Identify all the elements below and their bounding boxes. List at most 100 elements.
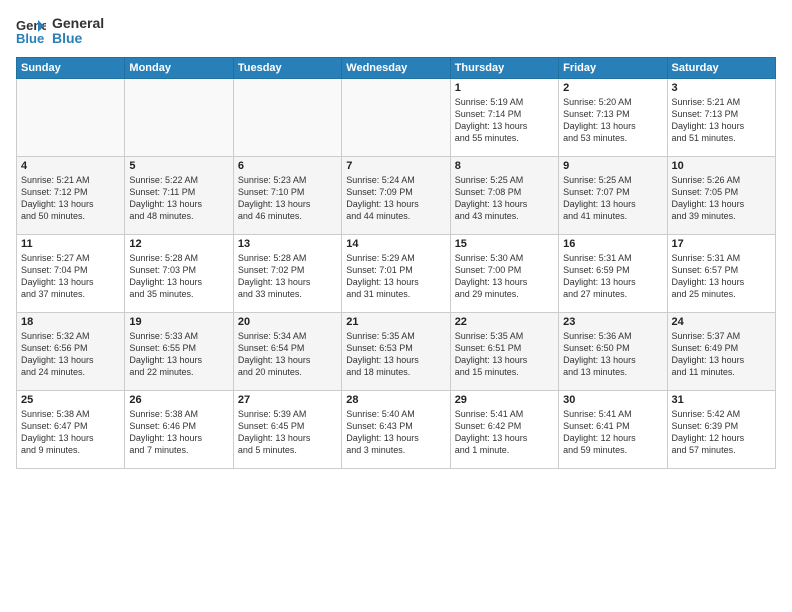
logo: General Blue General Blue: [16, 16, 104, 47]
calendar-cell: [17, 78, 125, 156]
day-number: 2: [563, 82, 662, 94]
calendar-cell: 29 Sunrise: 5:41 AMSunset: 6:42 PMDayligh…: [450, 390, 558, 468]
calendar-cell: 22Sunrise: 5:35 AMSunset: 6:51 PMDayligh…: [450, 312, 558, 390]
day-number: 12: [129, 238, 228, 250]
day-number: 14: [346, 238, 445, 250]
calendar-cell: 3 Sunrise: 5:21 AMSunset: 7:13 PMDaylight…: [667, 78, 775, 156]
calendar-cell: 21 Sunrise: 5:35 AMSunset: 6:53 PMDayligh…: [342, 312, 450, 390]
day-info: Sunrise: 5:41 AMSunset: 6:42 PMDaylight:…: [455, 408, 554, 457]
day-info: Sunrise: 5:31 AMSunset: 6:59 PMDaylight:…: [563, 252, 662, 301]
day-number: 21: [346, 316, 445, 328]
day-number: 11: [21, 238, 120, 250]
day-number: 28: [346, 394, 445, 406]
day-number: 29: [455, 394, 554, 406]
day-info: Sunrise: 5:21 AMSunset: 7:13 PMDaylight:…: [672, 96, 771, 145]
day-number: 24: [672, 316, 771, 328]
calendar-week-row: 25Sunrise: 5:38 AMSunset: 6:47 PMDayligh…: [17, 390, 776, 468]
day-info: Sunrise: 5:30 AMSunset: 7:00 PMDaylight:…: [455, 252, 554, 301]
calendar-week-row: 4Sunrise: 5:21 AMSunset: 7:12 PMDaylight…: [17, 156, 776, 234]
header-day-saturday: Saturday: [667, 57, 775, 78]
calendar-week-row: 1 Sunrise: 5:19 AMSunset: 7:14 PMDaylight…: [17, 78, 776, 156]
calendar-week-row: 18 Sunrise: 5:32 AMSunset: 6:56 PMDayligh…: [17, 312, 776, 390]
calendar-cell: 10Sunrise: 5:26 AMSunset: 7:05 PMDayligh…: [667, 156, 775, 234]
calendar-cell: 2 Sunrise: 5:20 AMSunset: 7:13 PMDaylight…: [559, 78, 667, 156]
day-number: 20: [238, 316, 337, 328]
calendar-cell: [233, 78, 341, 156]
calendar-cell: 31 Sunrise: 5:42 AMSunset: 6:39 PMDayligh…: [667, 390, 775, 468]
day-number: 26: [129, 394, 228, 406]
calendar-cell: 11Sunrise: 5:27 AMSunset: 7:04 PMDayligh…: [17, 234, 125, 312]
calendar-cell: 5Sunrise: 5:22 AMSunset: 7:11 PMDaylight…: [125, 156, 233, 234]
day-info: Sunrise: 5:36 AMSunset: 6:50 PMDaylight:…: [563, 330, 662, 379]
day-info: Sunrise: 5:23 AMSunset: 7:10 PMDaylight:…: [238, 174, 337, 223]
calendar-cell: 20 Sunrise: 5:34 AMSunset: 6:54 PMDayligh…: [233, 312, 341, 390]
calendar-cell: [342, 78, 450, 156]
calendar-table: SundayMondayTuesdayWednesdayThursdayFrid…: [16, 57, 776, 469]
calendar-cell: 15 Sunrise: 5:30 AMSunset: 7:00 PMDayligh…: [450, 234, 558, 312]
day-number: 7: [346, 160, 445, 172]
day-info: Sunrise: 5:25 AMSunset: 7:07 PMDaylight:…: [563, 174, 662, 223]
day-number: 9: [563, 160, 662, 172]
calendar-cell: 24 Sunrise: 5:37 AMSunset: 6:49 PMDayligh…: [667, 312, 775, 390]
day-info: Sunrise: 5:35 AMSunset: 6:51 PMDaylight:…: [455, 330, 554, 379]
calendar-cell: 12Sunrise: 5:28 AMSunset: 7:03 PMDayligh…: [125, 234, 233, 312]
calendar-week-row: 11Sunrise: 5:27 AMSunset: 7:04 PMDayligh…: [17, 234, 776, 312]
logo-general: General: [52, 16, 104, 31]
calendar-cell: 13Sunrise: 5:28 AMSunset: 7:02 PMDayligh…: [233, 234, 341, 312]
calendar-cell: 18 Sunrise: 5:32 AMSunset: 6:56 PMDayligh…: [17, 312, 125, 390]
header: General Blue General Blue: [16, 16, 776, 47]
day-info: Sunrise: 5:31 AMSunset: 6:57 PMDaylight:…: [672, 252, 771, 301]
day-number: 31: [672, 394, 771, 406]
day-number: 27: [238, 394, 337, 406]
calendar-cell: 4Sunrise: 5:21 AMSunset: 7:12 PMDaylight…: [17, 156, 125, 234]
day-number: 30: [563, 394, 662, 406]
day-info: Sunrise: 5:35 AMSunset: 6:53 PMDaylight:…: [346, 330, 445, 379]
day-info: Sunrise: 5:39 AMSunset: 6:45 PMDaylight:…: [238, 408, 337, 457]
calendar-cell: 28 Sunrise: 5:40 AMSunset: 6:43 PMDayligh…: [342, 390, 450, 468]
calendar-page: General Blue General Blue SundayMondayTu…: [0, 0, 792, 612]
day-info: Sunrise: 5:29 AMSunset: 7:01 PMDaylight:…: [346, 252, 445, 301]
day-info: Sunrise: 5:25 AMSunset: 7:08 PMDaylight:…: [455, 174, 554, 223]
calendar-cell: 7Sunrise: 5:24 AMSunset: 7:09 PMDaylight…: [342, 156, 450, 234]
header-day-wednesday: Wednesday: [342, 57, 450, 78]
day-info: Sunrise: 5:32 AMSunset: 6:56 PMDaylight:…: [21, 330, 120, 379]
calendar-cell: 14 Sunrise: 5:29 AMSunset: 7:01 PMDayligh…: [342, 234, 450, 312]
calendar-cell: 6 Sunrise: 5:23 AMSunset: 7:10 PMDaylight…: [233, 156, 341, 234]
day-info: Sunrise: 5:28 AMSunset: 7:02 PMDaylight:…: [238, 252, 337, 301]
calendar-body: 1 Sunrise: 5:19 AMSunset: 7:14 PMDaylight…: [17, 78, 776, 468]
day-number: 10: [672, 160, 771, 172]
day-number: 16: [563, 238, 662, 250]
calendar-cell: 30 Sunrise: 5:41 AMSunset: 6:41 PMDayligh…: [559, 390, 667, 468]
day-info: Sunrise: 5:20 AMSunset: 7:13 PMDaylight:…: [563, 96, 662, 145]
day-info: Sunrise: 5:40 AMSunset: 6:43 PMDaylight:…: [346, 408, 445, 457]
day-info: Sunrise: 5:34 AMSunset: 6:54 PMDaylight:…: [238, 330, 337, 379]
svg-text:Blue: Blue: [16, 31, 44, 46]
day-info: Sunrise: 5:42 AMSunset: 6:39 PMDaylight:…: [672, 408, 771, 457]
day-number: 17: [672, 238, 771, 250]
day-number: 5: [129, 160, 228, 172]
calendar-cell: 16 Sunrise: 5:31 AMSunset: 6:59 PMDayligh…: [559, 234, 667, 312]
day-info: Sunrise: 5:38 AMSunset: 6:47 PMDaylight:…: [21, 408, 120, 457]
day-info: Sunrise: 5:33 AMSunset: 6:55 PMDaylight:…: [129, 330, 228, 379]
day-number: 15: [455, 238, 554, 250]
day-info: Sunrise: 5:21 AMSunset: 7:12 PMDaylight:…: [21, 174, 120, 223]
calendar-cell: [125, 78, 233, 156]
day-info: Sunrise: 5:19 AMSunset: 7:14 PMDaylight:…: [455, 96, 554, 145]
logo-icon: General Blue: [16, 16, 46, 46]
day-number: 6: [238, 160, 337, 172]
day-info: Sunrise: 5:37 AMSunset: 6:49 PMDaylight:…: [672, 330, 771, 379]
logo-blue: Blue: [52, 31, 104, 46]
header-day-thursday: Thursday: [450, 57, 558, 78]
day-number: 18: [21, 316, 120, 328]
day-number: 19: [129, 316, 228, 328]
day-number: 3: [672, 82, 771, 94]
header-day-friday: Friday: [559, 57, 667, 78]
calendar-cell: 27 Sunrise: 5:39 AMSunset: 6:45 PMDayligh…: [233, 390, 341, 468]
calendar-cell: 17 Sunrise: 5:31 AMSunset: 6:57 PMDayligh…: [667, 234, 775, 312]
day-info: Sunrise: 5:41 AMSunset: 6:41 PMDaylight:…: [563, 408, 662, 457]
day-number: 8: [455, 160, 554, 172]
day-number: 23: [563, 316, 662, 328]
calendar-cell: 26Sunrise: 5:38 AMSunset: 6:46 PMDayligh…: [125, 390, 233, 468]
day-number: 1: [455, 82, 554, 94]
header-day-monday: Monday: [125, 57, 233, 78]
